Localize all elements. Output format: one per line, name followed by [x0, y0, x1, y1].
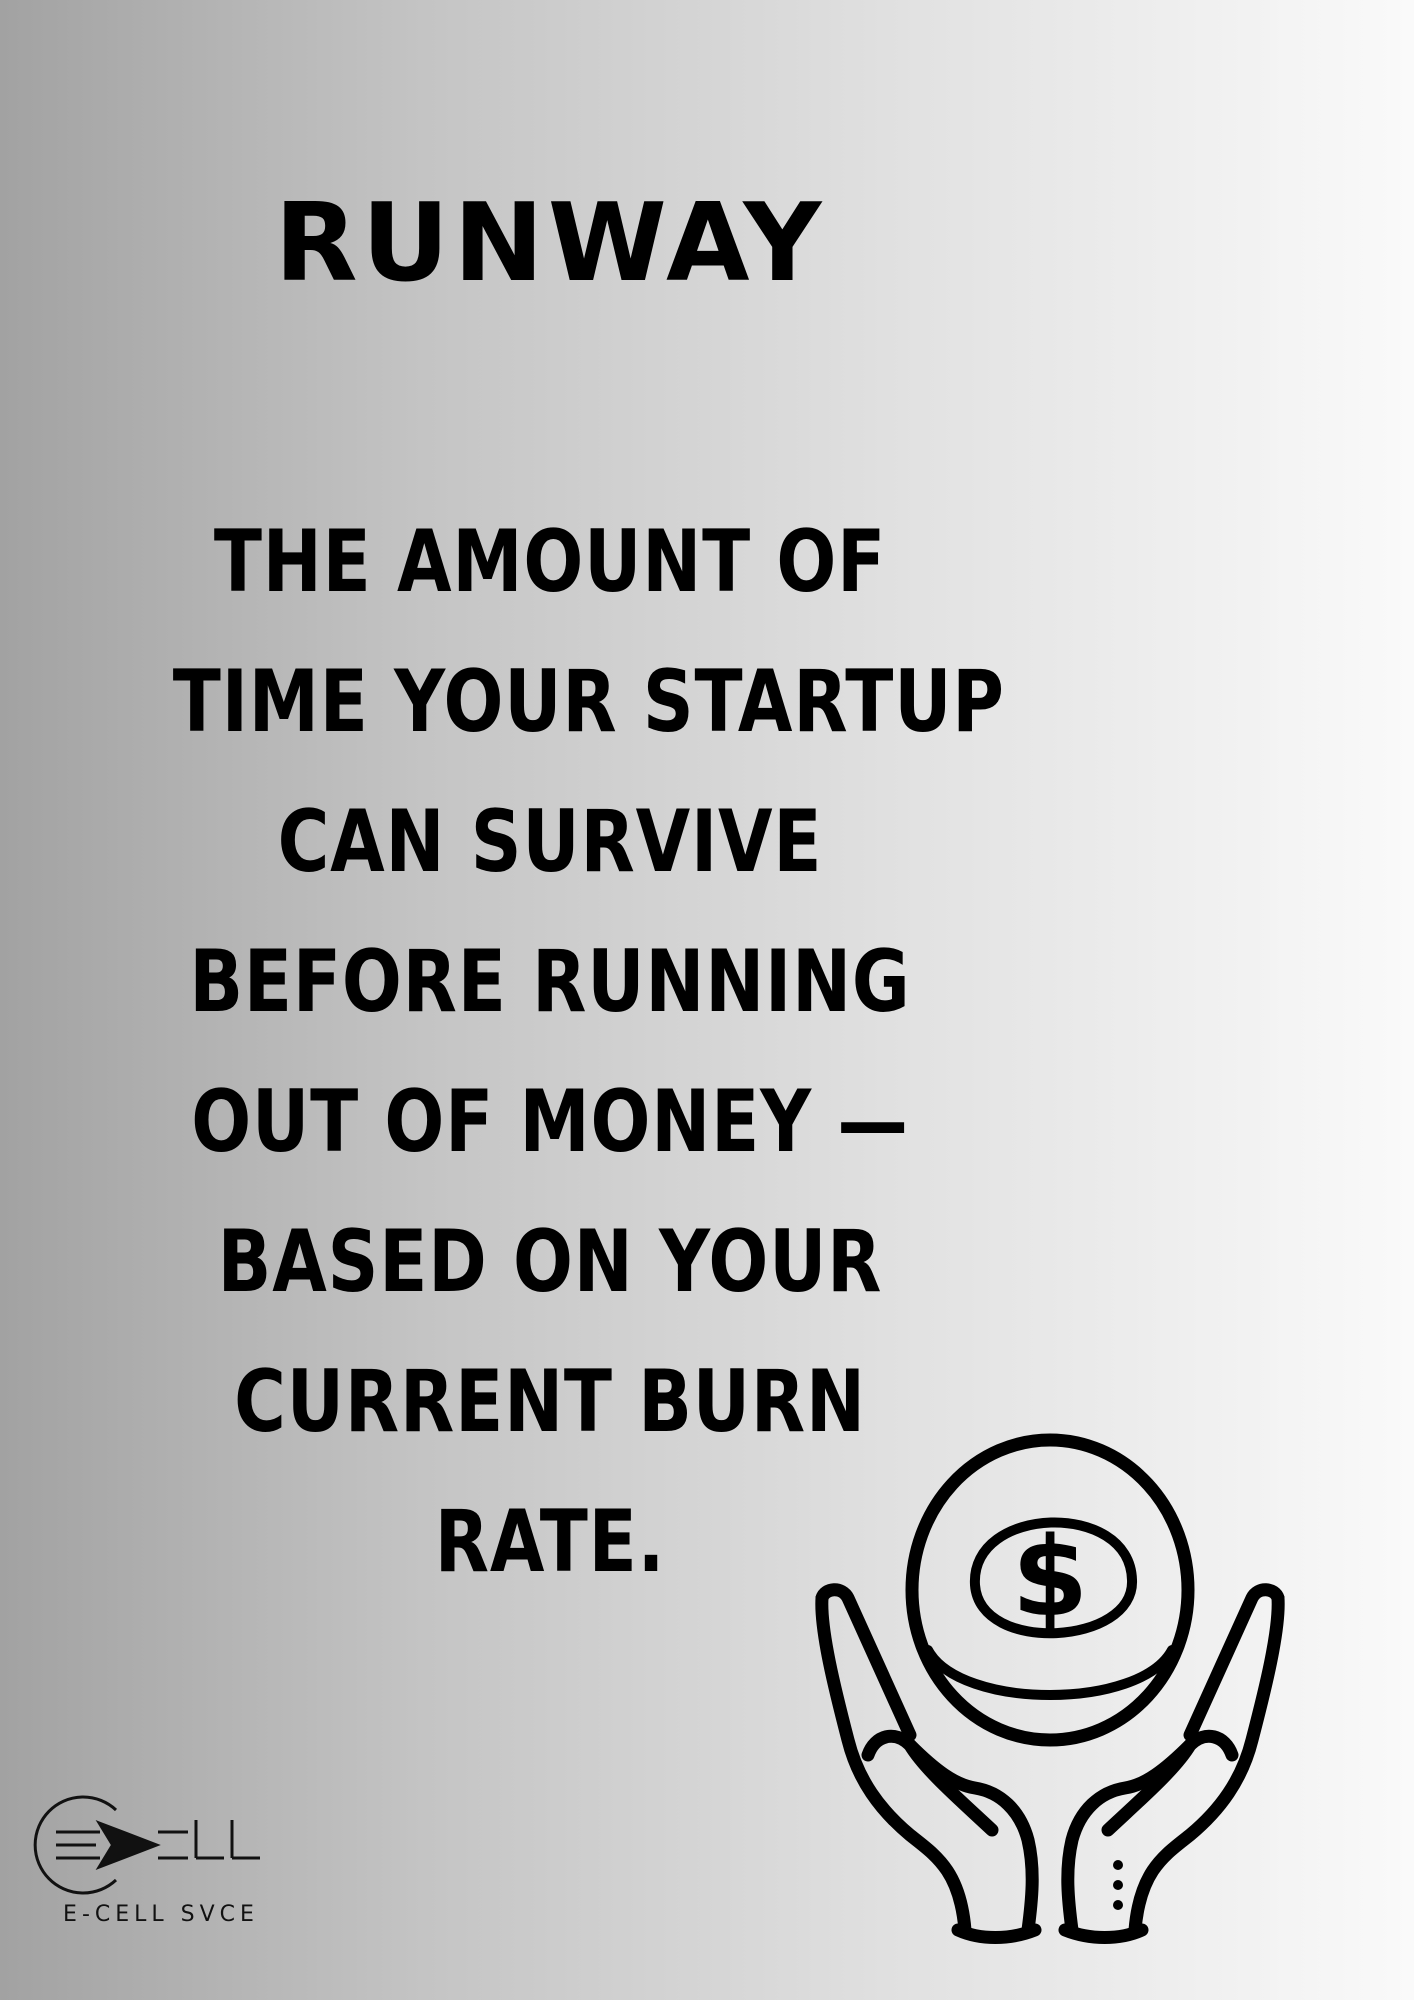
- logo-caption: E-CELL SVCE: [63, 1902, 259, 1927]
- definition-line: OUT OF MONEY —: [191, 1072, 909, 1172]
- definition-line: BEFORE RUNNING: [189, 932, 911, 1032]
- poster: RUNWAY THE AMOUNT OF TIME YOUR STARTUP C…: [0, 0, 1414, 2000]
- definition-line: CAN SURVIVE: [277, 792, 823, 892]
- hands-holding-dollar-coin-icon: $: [760, 1410, 1340, 1960]
- definition-line: BASED ON YOUR: [217, 1212, 883, 1312]
- left-hand-icon: [815, 1583, 1042, 1944]
- dollar-sign-icon: $: [1012, 1513, 1089, 1641]
- poster-title: RUNWAY: [274, 181, 826, 306]
- definition-line: TIME YOUR STARTUP: [172, 652, 1005, 752]
- arrow-icon: [95, 1820, 161, 1870]
- e-cell-logo: E-CELL SVCE: [28, 1790, 268, 1940]
- right-hand-icon: [1058, 1583, 1285, 1944]
- definition-line: THE AMOUNT OF: [213, 512, 887, 612]
